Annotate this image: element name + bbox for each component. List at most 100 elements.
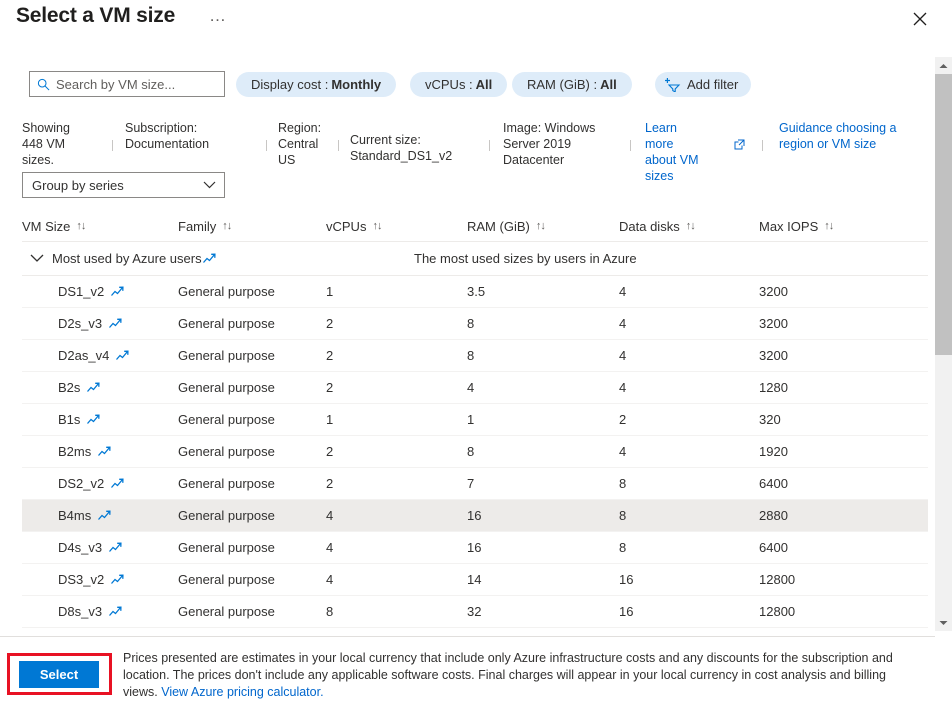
column-header-vcpus[interactable]: vCPUs ↑↓ [326,219,467,234]
trending-up-icon[interactable] [111,478,124,489]
sort-icon[interactable]: ↑↓ [824,220,833,232]
close-icon[interactable] [906,5,934,33]
cell-ram: 7 [467,476,619,491]
table-row[interactable]: DS3_v2General purpose4141612800 [22,564,928,596]
guidance-region-vm-size-link[interactable]: Guidance choosing a region or VM size [779,120,929,152]
group-by-select[interactable]: Group by series [22,172,225,198]
table-row[interactable]: DS2_v2General purpose2786400 [22,468,928,500]
chevron-down-icon[interactable] [22,254,52,263]
table-row[interactable]: D4s_v3General purpose41686400 [22,532,928,564]
info-divider [762,140,763,151]
table-body: DS1_v2General purpose13.543200D2s_v3Gene… [22,276,928,628]
info-divider [489,140,490,151]
info-divider [630,140,631,151]
cell-text: 1 [326,412,333,427]
azure-pricing-calculator-link[interactable]: View Azure pricing calculator. [161,685,323,699]
search-input-container[interactable] [29,71,225,97]
more-options-button[interactable]: … [209,6,227,26]
cell-text: 16 [619,572,633,587]
sort-icon[interactable]: ↑↓ [686,220,695,232]
filter-vcpus[interactable]: vCPUs : All [410,72,507,97]
learn-more-about-vm-sizes-link[interactable]: Learn more about VM sizes [645,120,707,184]
column-header-vm-size[interactable]: VM Size ↑↓ [22,219,178,234]
column-header-data-disks[interactable]: Data disks ↑↓ [619,219,759,234]
column-header-max-iops[interactable]: Max IOPS ↑↓ [759,219,909,234]
cell-text: 4 [326,572,333,587]
cell-family: General purpose [178,412,326,427]
cell-name: D2s_v3 [22,316,178,331]
cell-text: General purpose [178,572,275,587]
sort-icon[interactable]: ↑↓ [76,220,85,232]
trending-up-icon[interactable] [87,382,100,393]
cell-text: General purpose [178,412,275,427]
cell-text: 320 [759,412,781,427]
column-header-ram[interactable]: RAM (GiB) ↑↓ [467,219,619,234]
cell-vcpus: 2 [326,476,467,491]
trending-up-icon[interactable] [98,446,111,457]
cell-text: General purpose [178,348,275,363]
cell-ram: 3.5 [467,284,619,299]
table-row[interactable]: DS1_v2General purpose13.543200 [22,276,928,308]
trending-up-icon[interactable] [109,542,122,553]
cell-text: 14 [467,572,481,587]
trending-up-icon[interactable] [116,350,129,361]
cell-text: 4 [326,540,333,555]
table-row[interactable]: B2msGeneral purpose2841920 [22,436,928,468]
cell-disks: 4 [619,348,759,363]
scroll-up-icon[interactable] [935,57,952,74]
table-row[interactable]: D8s_v3General purpose8321612800 [22,596,928,628]
filter-ram[interactable]: RAM (GiB) : All [512,72,632,97]
table-row[interactable]: D2s_v3General purpose2843200 [22,308,928,340]
cell-text: 4 [467,380,474,395]
trending-up-icon[interactable] [111,574,124,585]
cell-text: 4 [619,380,626,395]
table-row[interactable]: B1sGeneral purpose112320 [22,404,928,436]
info-current-size: Current size: Standard_DS1_v2 [350,132,478,164]
cell-vcpus: 1 [326,412,467,427]
cell-vcpus: 1 [326,284,467,299]
external-link-icon [734,139,745,150]
filter-display-cost[interactable]: Display cost : Monthly [236,72,396,97]
column-label: RAM (GiB) [467,219,530,234]
chevron-down-icon [203,181,216,189]
cell-name: B4ms [22,508,178,523]
cell-text: 8 [326,604,333,619]
cell-name: DS2_v2 [22,476,178,491]
cell-text: DS3_v2 [58,572,104,587]
cell-vcpus: 2 [326,380,467,395]
filter-ram-value: All [600,77,617,92]
add-filter-icon [665,77,681,92]
table-row[interactable]: B2sGeneral purpose2441280 [22,372,928,404]
sort-icon[interactable]: ↑↓ [222,220,231,232]
cell-ram: 4 [467,380,619,395]
cell-text: D2s_v3 [58,316,102,331]
trending-up-icon[interactable] [98,510,111,521]
table-row[interactable]: D2as_v4General purpose2843200 [22,340,928,372]
select-button[interactable]: Select [19,661,99,688]
add-filter-button[interactable]: Add filter [655,72,751,97]
table-group-header[interactable]: Most used by Azure users The most used s… [22,242,928,276]
sort-icon[interactable]: ↑↓ [372,220,381,232]
trending-up-icon[interactable] [111,286,124,297]
trending-up-icon[interactable] [109,606,122,617]
cell-text: 2 [326,316,333,331]
scroll-down-icon[interactable] [935,614,952,631]
column-label: Data disks [619,219,680,234]
cell-vcpus: 4 [326,508,467,523]
trending-up-icon[interactable] [109,318,122,329]
scrollbar-thumb[interactable] [935,74,952,355]
sort-icon[interactable]: ↑↓ [536,220,545,232]
info-region: Region: Central US [278,120,326,168]
search-input[interactable] [56,77,211,92]
vertical-scrollbar[interactable] [935,57,952,631]
cell-name: B2s [22,380,178,395]
cell-text: B1s [58,412,80,427]
table-row[interactable]: B4msGeneral purpose41682880 [22,500,928,532]
cell-text: General purpose [178,508,275,523]
cell-ram: 16 [467,508,619,523]
info-region-label: Region: [278,120,326,136]
cell-iops: 6400 [759,540,909,555]
column-header-family[interactable]: Family ↑↓ [178,219,326,234]
trending-up-icon[interactable] [87,414,100,425]
cell-disks: 8 [619,508,759,523]
